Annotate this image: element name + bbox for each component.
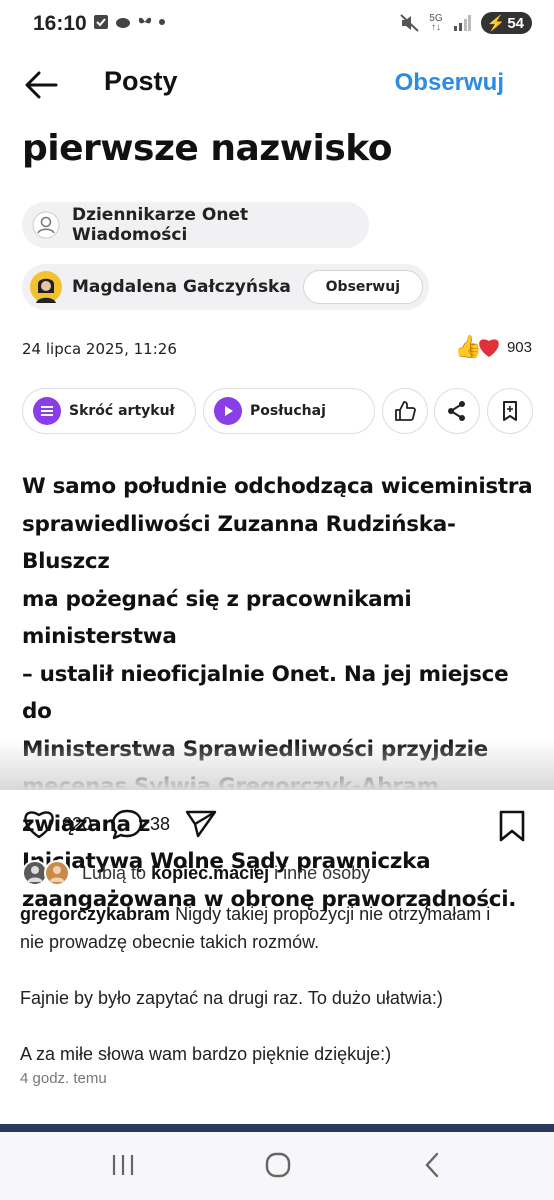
mute-icon — [400, 14, 419, 32]
system-nav-bar — [0, 1132, 554, 1200]
notification-icons — [93, 14, 165, 30]
status-right: 5G ↑↓ ⚡ 54 — [399, 12, 532, 34]
bookmark-plus-icon — [503, 401, 517, 421]
author-avatar — [30, 271, 62, 303]
back-nav-icon[interactable] — [422, 1152, 442, 1178]
home-icon[interactable] — [264, 1152, 292, 1178]
avatar — [44, 860, 70, 886]
lead-line: – ustalił nieoficjalnie Onet. Na jej mie… — [22, 661, 509, 725]
post-timestamp: 4 godz. temu — [20, 1070, 107, 1087]
author-org-name: Dziennikarze Onet Wiadomości — [71, 205, 249, 245]
signal-icon — [453, 15, 471, 31]
caption-text: Fajnie by było zapytać na drugi raz. To … — [20, 988, 443, 1008]
liked-by-avatars — [22, 860, 78, 886]
play-icon — [214, 397, 242, 425]
lead-line: W samo południe odchodząca wiceministra — [22, 474, 533, 499]
heart-icon[interactable] — [22, 809, 56, 839]
caption-text: Nigdy takiej propozycji nie otrzymałam i — [175, 904, 491, 924]
save-bookmark-icon[interactable] — [498, 810, 526, 842]
battery-level: 54 — [507, 14, 524, 32]
page-title: Posty — [104, 66, 178, 96]
bolt-icon: ⚡ — [486, 15, 506, 32]
share-button[interactable] — [434, 388, 480, 434]
author-person-pill: Magdalena Gałczyńska Obserwuj — [22, 264, 429, 310]
caption-text: A za miłe słowa wam bardzo pięknie dzięk… — [20, 1044, 392, 1064]
liked-by-prefix: Lubią to — [82, 862, 147, 883]
liked-by-suffix: i inne osoby — [274, 862, 371, 883]
caption-username[interactable]: gregorczykabram — [20, 904, 170, 924]
recent-apps-icon[interactable] — [110, 1152, 136, 1178]
dot-icon — [159, 19, 165, 25]
summarize-label: Skróć artykuł — [69, 403, 175, 419]
listen-button[interactable]: Posłuchaj — [203, 388, 375, 434]
next-post-edge — [0, 1124, 554, 1132]
heart-reaction-icon — [479, 339, 499, 357]
caption-text: nie prowadzę obecnie takich rozmów. — [20, 932, 320, 952]
article-headline: pierwsze nazwisko — [22, 128, 392, 169]
butterfly-icon — [138, 17, 152, 24]
comment-count: 38 — [150, 813, 171, 834]
send-icon[interactable] — [184, 809, 218, 839]
liked-by-user[interactable]: kopiec.maciej — [151, 863, 269, 884]
thumbs-up-outline-icon — [395, 401, 416, 421]
lead-line: sprawiedliwości Zuzanna Rudzińska-Bluszc… — [22, 511, 456, 575]
like-article-button[interactable] — [382, 388, 428, 434]
author-follow-button[interactable]: Obserwuj — [302, 270, 423, 304]
post-caption: gregorczykabram Nigdy takiej propozycji … — [20, 900, 540, 1068]
article-lead: W samo południe odchodząca wiceministra … — [22, 468, 537, 918]
lead-line: ma pożegnać się z pracownikami ministers… — [22, 586, 412, 650]
status-time: 16:10 — [33, 12, 87, 35]
author-person-name: Magdalena Gałczyńska — [72, 277, 291, 297]
share-icon — [448, 401, 465, 421]
follow-button[interactable]: Obserwuj — [395, 69, 504, 97]
cloud-notification-icon — [116, 18, 130, 28]
back-arrow-icon[interactable] — [24, 70, 58, 100]
like-count: 620 — [62, 813, 93, 834]
post-actions: 620 38 — [22, 808, 218, 840]
network-type: 5G ↑↓ — [429, 13, 443, 33]
checkbox-notification-icon — [94, 15, 108, 29]
user-icon — [32, 211, 60, 239]
author-org-pill[interactable]: Dziennikarze Onet Wiadomości — [22, 202, 369, 248]
summarize-button[interactable]: Skróć artykuł — [22, 388, 196, 434]
listen-label: Posłuchaj — [250, 403, 326, 419]
bookmark-article-button[interactable] — [487, 388, 533, 434]
liked-by-row[interactable]: Lubią to kopiec.maciej i inne osoby — [22, 860, 370, 886]
list-icon — [33, 397, 61, 425]
image-divider — [0, 790, 554, 800]
image-bottom-fade — [0, 740, 554, 790]
comment-icon[interactable] — [110, 808, 144, 840]
article-date: 24 lipca 2025, 11:26 — [22, 340, 177, 358]
reaction-count: 903 — [506, 338, 532, 356]
battery-indicator: ⚡ 54 — [480, 12, 532, 34]
reactions-summary[interactable]: 👍 903 — [455, 334, 532, 360]
